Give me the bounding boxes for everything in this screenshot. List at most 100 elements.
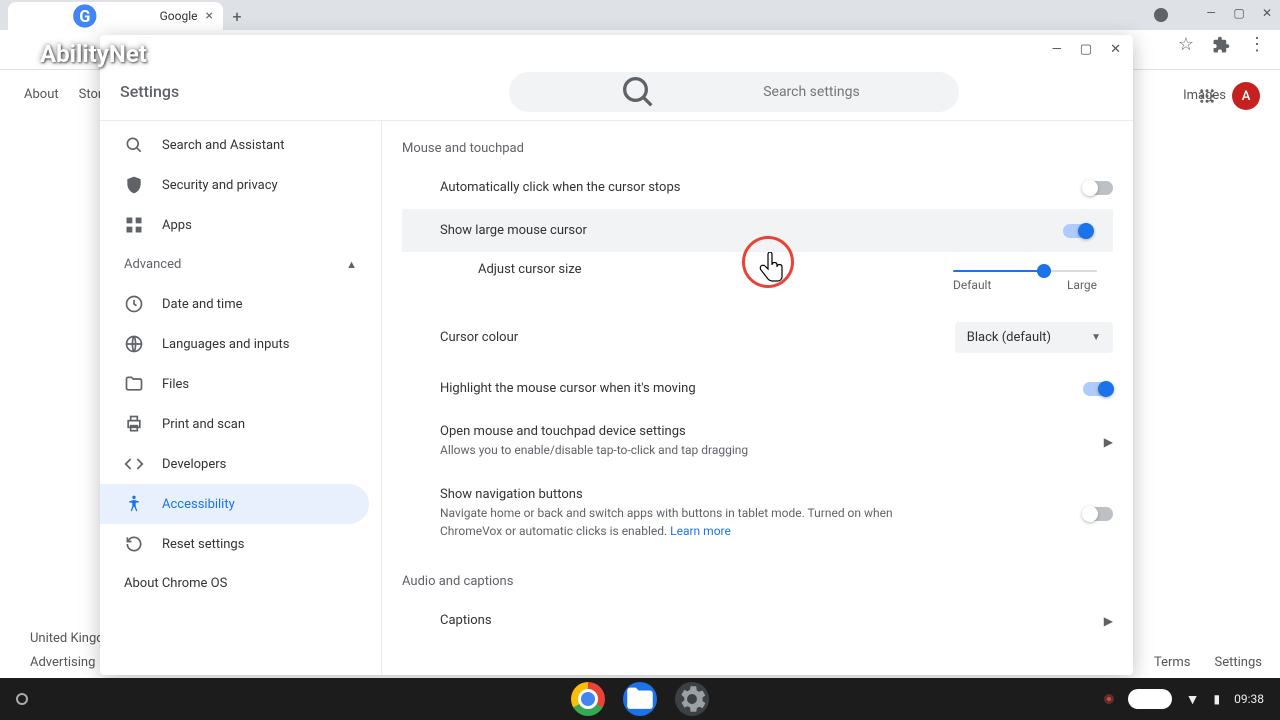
sidebar-item-label: Files (162, 377, 189, 392)
advanced-label: Advanced (124, 257, 181, 272)
cursor-colour-dropdown[interactable]: Black (default) ▼ (955, 322, 1113, 353)
notification-pill[interactable] (1128, 689, 1172, 709)
settings-maximize-icon[interactable]: ▢ (1080, 42, 1092, 57)
row-auto-click: Automatically click when the cursor stop… (382, 166, 1133, 209)
row-label: Captions (440, 613, 492, 628)
sidebar-item-files[interactable]: Files (100, 364, 381, 404)
shelf: ▼ ▮ 09:38 (0, 678, 1280, 720)
bookmark-star-icon[interactable]: ☆ (1178, 34, 1194, 55)
sidebar-about-chrome-os[interactable]: About Chrome OS (100, 564, 381, 603)
shelf-pinned-apps (571, 682, 709, 716)
nav-buttons-toggle[interactable] (1083, 507, 1113, 521)
status-tray[interactable]: ▼ ▮ 09:38 (1104, 689, 1264, 709)
maximize-icon[interactable]: ▢ (1232, 6, 1246, 20)
google-favicon-icon: G (18, 2, 152, 30)
chevron-right-icon: ▶ (1104, 614, 1113, 628)
sidebar-item-developers[interactable]: Developers (100, 444, 381, 484)
sidebar-item-print[interactable]: Print and scan (100, 404, 381, 444)
sidebar-item-label: Languages and inputs (162, 337, 290, 352)
code-icon (124, 454, 144, 474)
clock: 09:38 (1234, 692, 1264, 706)
account-avatar[interactable]: A (1232, 82, 1260, 110)
sidebar-item-apps[interactable]: Apps (100, 205, 381, 245)
settings-window: — ▢ ✕ Settings Search and Assistant Secu… (100, 35, 1133, 675)
apps-grid-icon[interactable] (1198, 87, 1216, 105)
row-open-device-settings[interactable]: Open mouse and touchpad device settings … (382, 410, 1133, 473)
search-input[interactable] (763, 84, 941, 100)
profile-dot-icon[interactable] (1154, 8, 1168, 22)
auto-click-toggle[interactable] (1083, 181, 1113, 195)
sidebar-item-label: Print and scan (162, 417, 245, 432)
row-captions[interactable]: Captions ▶ (382, 599, 1133, 642)
sidebar-item-label: Accessibility (162, 497, 235, 512)
slider-max-label: Large (1067, 278, 1097, 292)
clock-icon (124, 294, 144, 314)
shield-icon (124, 175, 144, 195)
sidebar-advanced-toggle[interactable]: Advanced ▲ (100, 245, 381, 284)
close-window-icon[interactable]: ✕ (1260, 6, 1274, 20)
apps-icon (124, 215, 144, 235)
row-cursor-colour: Cursor colour Black (default) ▼ (382, 308, 1133, 367)
sidebar-item-label: Developers (162, 457, 226, 472)
battery-icon: ▮ (1214, 692, 1221, 706)
settings-sidebar: Search and Assistant Security and privac… (100, 121, 382, 675)
dropdown-value: Black (default) (967, 330, 1051, 345)
browser-tab[interactable]: G Google × (8, 2, 223, 30)
close-icon[interactable]: × (206, 8, 213, 24)
settings-header: Settings (100, 63, 1133, 121)
sidebar-item-reset[interactable]: Reset settings (100, 524, 381, 564)
settings-app-icon[interactable] (675, 682, 709, 716)
browser-tab-strip: G Google × + — ▢ ✕ (0, 0, 1280, 30)
chevron-right-icon: ▶ (1104, 435, 1113, 449)
browser-top-right: ☆ ⋮ (1178, 34, 1266, 55)
settings-search[interactable] (509, 72, 959, 112)
learn-more-link[interactable]: Learn more (670, 524, 731, 538)
cursor-size-slider[interactable] (953, 270, 1097, 272)
extensions-icon[interactable] (1212, 36, 1230, 54)
sidebar-item-languages[interactable]: Languages and inputs (100, 324, 381, 364)
settings-content[interactable]: Mouse and touchpad Automatically click w… (382, 121, 1133, 675)
settings-close-icon[interactable]: ✕ (1110, 42, 1121, 57)
bg-terms-link[interactable]: Terms (1154, 655, 1191, 670)
chevron-up-icon: ▲ (346, 258, 357, 271)
chrome-app-icon[interactable] (571, 682, 605, 716)
slider-thumb[interactable] (1037, 264, 1051, 278)
row-subtitle: Allows you to enable/disable tap-to-clic… (440, 441, 748, 459)
row-subtitle: Navigate home or back and switch apps wi… (440, 504, 900, 540)
section-audio-captions: Audio and captions (382, 564, 1133, 599)
folder-icon (124, 374, 144, 394)
large-cursor-toggle[interactable] (1063, 224, 1093, 238)
row-label: Show navigation buttons (440, 487, 583, 502)
sidebar-item-search-assistant[interactable]: Search and Assistant (100, 125, 381, 165)
sidebar-item-datetime[interactable]: Date and time (100, 284, 381, 324)
settings-minimize-icon[interactable]: — (1052, 42, 1062, 57)
sidebar-item-label: Apps (162, 218, 192, 233)
sidebar-item-label: Search and Assistant (162, 138, 285, 153)
section-mouse-touchpad: Mouse and touchpad (382, 131, 1133, 166)
bg-advertising-link[interactable]: Advertising (30, 655, 95, 670)
sidebar-item-accessibility[interactable]: Accessibility (100, 484, 369, 524)
sidebar-item-label: Reset settings (162, 537, 244, 552)
row-adjust-cursor-size: Adjust cursor size Default Large (382, 252, 1133, 308)
accessibility-icon (124, 494, 144, 514)
bg-settings-link[interactable]: Settings (1215, 655, 1262, 670)
printer-icon (124, 414, 144, 434)
new-tab-button[interactable]: + (223, 2, 251, 30)
settings-titlebar: — ▢ ✕ (100, 35, 1133, 63)
launcher-button[interactable] (16, 693, 28, 705)
chevron-down-icon: ▼ (1091, 332, 1101, 343)
search-icon (124, 135, 144, 155)
bg-about-link[interactable]: About (24, 87, 59, 102)
highlight-moving-toggle[interactable] (1083, 382, 1113, 396)
settings-title: Settings (120, 82, 179, 101)
window-controls: — ▢ ✕ (1204, 6, 1274, 20)
bg-footer-right: Terms Settings (1154, 655, 1262, 670)
sidebar-item-label: Date and time (162, 297, 243, 312)
globe-icon (124, 334, 144, 354)
sidebar-item-security[interactable]: Security and privacy (100, 165, 381, 205)
files-app-icon[interactable] (623, 682, 657, 716)
kebab-menu-icon[interactable]: ⋮ (1248, 34, 1266, 55)
row-large-cursor: Show large mouse cursor (402, 209, 1113, 252)
minimize-icon[interactable]: — (1204, 6, 1218, 20)
recording-indicator-icon[interactable] (1104, 694, 1114, 704)
